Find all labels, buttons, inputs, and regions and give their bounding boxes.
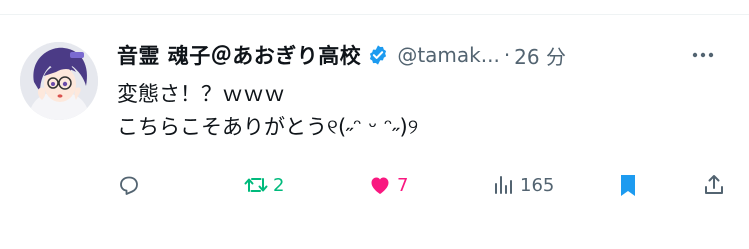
share-icon bbox=[702, 173, 726, 197]
tweet-header: 音霊 魂子＠あおぎり高校 @tamak... · 26 分 bbox=[117, 38, 729, 72]
display-name[interactable]: 音霊 魂子＠あおぎり高校 bbox=[117, 40, 361, 70]
retweet-icon bbox=[243, 173, 269, 197]
tweet-text: 変態さ！？ｗｗｗ こちらこそありがとう୧(˶ᵔ ᵕ ᵔ˶)୨ bbox=[117, 78, 717, 144]
bookmark-icon bbox=[617, 172, 639, 198]
separator-dot: · bbox=[503, 43, 511, 67]
like-button[interactable]: 7 bbox=[367, 168, 408, 202]
like-count: 7 bbox=[397, 174, 409, 196]
like-icon bbox=[367, 173, 393, 197]
verified-badge-icon bbox=[367, 44, 389, 66]
retweet-button[interactable]: 2 bbox=[243, 168, 284, 202]
views-button[interactable]: 165 bbox=[492, 168, 554, 202]
handle[interactable]: @tamak... bbox=[397, 43, 500, 67]
bookmark-button[interactable] bbox=[617, 168, 639, 202]
timestamp[interactable]: 26 分 bbox=[514, 41, 566, 70]
top-divider bbox=[0, 14, 749, 15]
view-count: 165 bbox=[520, 174, 555, 196]
avatar[interactable] bbox=[20, 42, 98, 120]
retweet-count: 2 bbox=[273, 174, 285, 196]
tweet-text-line: こちらこそありがとう୧(˶ᵔ ᵕ ᵔ˶)୨ bbox=[117, 115, 419, 139]
views-icon bbox=[492, 173, 516, 197]
reply-icon bbox=[117, 173, 141, 197]
reply-button[interactable] bbox=[117, 168, 145, 202]
more-icon[interactable] bbox=[689, 41, 717, 69]
action-bar: 2 7 165 bbox=[117, 168, 729, 202]
share-button[interactable] bbox=[702, 168, 726, 202]
tweet-text-line: 変態さ！？ｗｗｗ bbox=[117, 82, 285, 106]
